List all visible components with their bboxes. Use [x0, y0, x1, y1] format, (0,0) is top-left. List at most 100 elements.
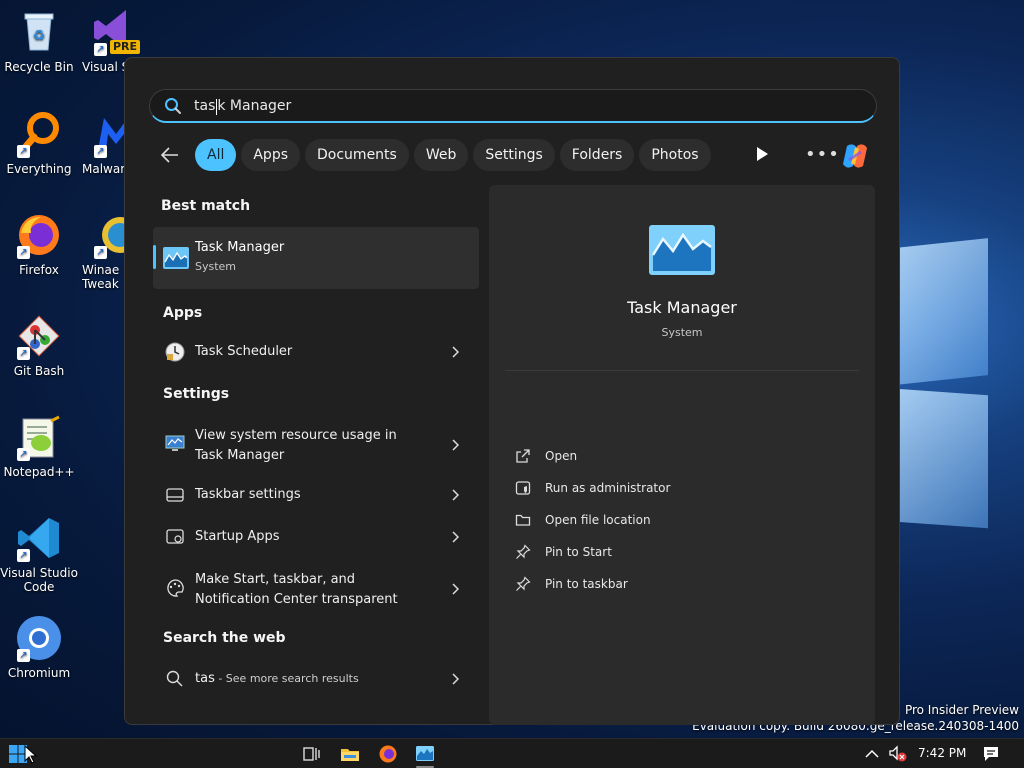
divider: [505, 370, 859, 371]
chevron-right-icon: [452, 673, 459, 685]
desktop-icon-label: Everything: [6, 162, 72, 176]
result-taskbar-settings[interactable]: Taskbar settings: [153, 485, 479, 507]
pin-icon: [516, 544, 531, 559]
search-input[interactable]: tas k Manager: [149, 89, 877, 123]
search-query-part: tas: [194, 97, 216, 114]
desktop-icon-firefox[interactable]: ↗ Firefox: [0, 211, 78, 277]
folder-icon: [515, 514, 531, 526]
desktop-icon-vscode[interactable]: ↗ Visual Studio Code: [0, 514, 78, 594]
palette-icon: [167, 579, 184, 597]
wallpaper-pane: [896, 388, 988, 529]
firefox-icon: ↗: [15, 211, 63, 259]
open-external-icon: [516, 449, 530, 463]
section-title-apps: Apps: [163, 305, 203, 321]
filter-folders[interactable]: Folders: [559, 139, 635, 171]
chevron-right-icon: [452, 346, 459, 358]
result-label: Startup Apps: [195, 529, 280, 544]
result-web-search[interactable]: tas - See more search results: [153, 669, 479, 691]
winaero-tweaker-icon: ↗: [92, 211, 126, 259]
result-startup-apps[interactable]: Startup Apps: [153, 527, 479, 549]
monitor-resource-icon: [165, 435, 185, 451]
detail-subtitle: System: [661, 326, 703, 339]
task-manager-icon: [649, 225, 715, 275]
detail-title: Task Manager: [627, 298, 737, 317]
section-title-search-web: Search the web: [163, 630, 286, 646]
best-match-title: Task Manager: [195, 240, 285, 255]
git-bash-icon: ↗: [15, 312, 63, 360]
result-transparency-settings[interactable]: Make Start, taskbar, and Notification Ce…: [153, 570, 479, 610]
malwarebytes-icon: ↗: [92, 110, 126, 158]
shortcut-arrow-icon: ↗: [94, 43, 107, 56]
more-filters-play-icon[interactable]: [755, 146, 769, 162]
mouse-cursor-icon: [24, 745, 38, 764]
chromium-icon: ↗: [15, 614, 63, 662]
shortcut-arrow-icon: ↗: [17, 448, 30, 461]
clock-time[interactable]: 7:42 PM: [918, 746, 966, 760]
back-arrow-icon[interactable]: [155, 140, 185, 170]
desktop-icon-everything[interactable]: ↗ Everything: [0, 110, 78, 176]
shortcut-arrow-icon: ↗: [17, 649, 30, 662]
chevron-up-icon[interactable]: [864, 746, 880, 762]
desktop-icon-label: Firefox: [19, 263, 59, 277]
shortcut-arrow-icon: ↗: [17, 347, 30, 360]
svg-text:♻: ♻: [33, 28, 46, 44]
web-query: tas: [195, 671, 215, 686]
startup-apps-icon: [166, 529, 184, 544]
desktop-icon-recycle-bin[interactable]: ♻ Recycle Bin: [0, 8, 78, 74]
filter-apps[interactable]: Apps: [241, 139, 301, 171]
shortcut-arrow-icon: ↗: [17, 549, 30, 562]
filter-photos[interactable]: Photos: [639, 139, 711, 171]
chevron-right-icon: [452, 531, 459, 543]
task-scheduler-icon: [165, 342, 185, 362]
result-label: Taskbar settings: [195, 487, 301, 502]
desktop-icon-notepad-plus-plus[interactable]: ↗ Notepad++: [0, 413, 78, 479]
desktop-icon-git-bash[interactable]: ↗ Git Bash: [0, 312, 78, 378]
preview-badge: PRE: [110, 40, 140, 54]
task-manager-taskbar-icon[interactable]: [415, 744, 435, 764]
taskbar: 7:42 PM: [0, 738, 1024, 768]
desktop-icon-label: Notepad++: [3, 465, 75, 479]
result-label: Task Scheduler: [195, 344, 293, 359]
vscode-icon: ↗: [15, 514, 63, 562]
desktop-icon-winaero-tweaker[interactable]: ↗ Winae Tweak: [82, 211, 126, 291]
shortcut-arrow-icon: ↗: [94, 246, 107, 259]
notification-center-icon[interactable]: [982, 745, 1000, 763]
search-icon: [165, 97, 181, 114]
result-view-system-resource-usage[interactable]: View system resource usage in Task Manag…: [153, 426, 479, 466]
shortcut-arrow-icon: ↗: [17, 246, 30, 259]
filter-web[interactable]: Web: [413, 139, 469, 171]
more-options-icon[interactable]: •••: [805, 144, 840, 165]
section-title-settings: Settings: [163, 386, 230, 402]
search-icon: [166, 670, 183, 687]
filter-settings[interactable]: Settings: [473, 139, 555, 171]
speaker-muted-icon[interactable]: [888, 745, 908, 763]
file-explorer-icon[interactable]: [340, 744, 360, 764]
search-filter-bar: All Apps Documents Web Settings Folders …: [155, 139, 716, 171]
desktop-icon-label: Git Bash: [13, 364, 65, 378]
shortcut-arrow-icon: ↗: [17, 145, 30, 158]
chevron-right-icon: [452, 489, 459, 501]
result-label-line2: Notification Center transparent: [195, 592, 398, 607]
filter-all[interactable]: All: [195, 139, 237, 171]
filter-documents[interactable]: Documents: [305, 139, 409, 171]
section-title-best-match: Best match: [161, 198, 251, 214]
desktop-icon-malwarebytes[interactable]: ↗ Malware: [82, 110, 126, 176]
chevron-right-icon: [452, 583, 459, 595]
web-see-more: - See more search results: [214, 672, 359, 685]
firefox-taskbar-icon[interactable]: [378, 744, 398, 764]
desktop-icon-chromium[interactable]: ↗ Chromium: [0, 614, 78, 680]
copilot-icon[interactable]: [839, 140, 871, 172]
shield-admin-icon: [515, 481, 531, 495]
result-task-scheduler[interactable]: Task Scheduler: [153, 342, 479, 364]
task-view-icon[interactable]: [302, 744, 322, 764]
shortcut-arrow-icon: ↗: [94, 145, 107, 158]
desktop-icon-label: Chromium: [7, 666, 71, 680]
recycle-bin-icon: ♻: [15, 8, 63, 56]
chevron-right-icon: [452, 439, 459, 451]
result-detail-panel: Task Manager System Open Run as administ…: [489, 185, 875, 725]
desktop-icon-label: Visual St… 2022 Pre: [82, 60, 126, 74]
search-query-part: k Manager: [217, 97, 292, 114]
best-match-task-manager[interactable]: Task Manager System: [153, 227, 479, 289]
desktop-icon-label: Recycle Bin: [4, 60, 74, 74]
result-label-line1: View system resource usage in: [195, 428, 397, 443]
